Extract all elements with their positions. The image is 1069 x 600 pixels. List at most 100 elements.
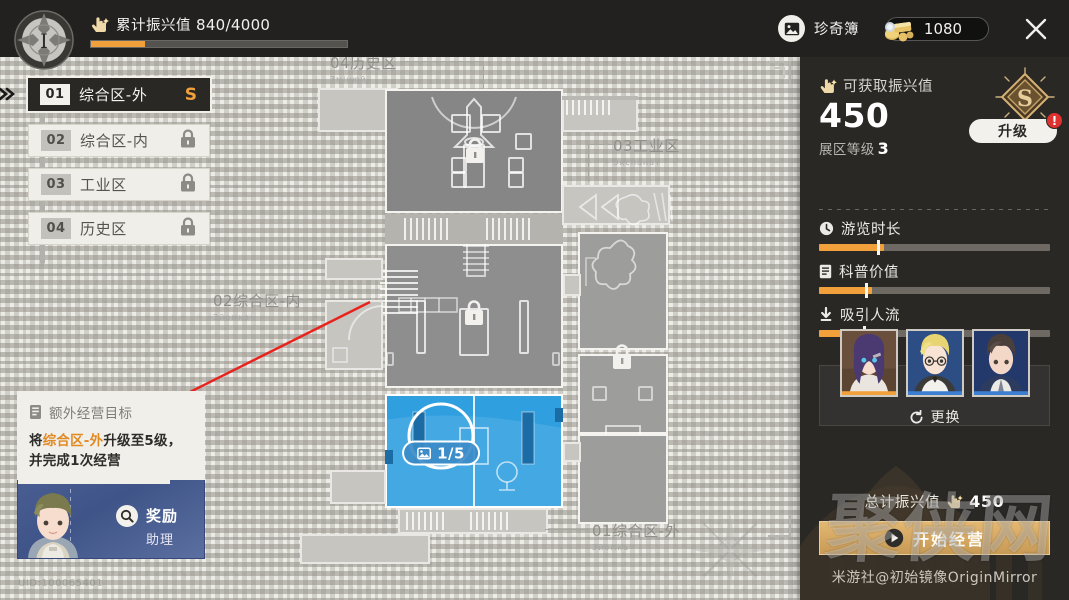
floor-stairs-mid-l2 xyxy=(404,218,448,240)
zone-item-04-number: 04 xyxy=(41,218,71,239)
map-label-01: 01综合区-外 Зйомка xyxy=(592,520,680,552)
stat-visit-duration-tick xyxy=(876,240,880,255)
map-corner-bracket-br xyxy=(768,514,791,537)
stat-education-value-tick xyxy=(865,283,869,298)
map-label-03-sub: Экспанат xyxy=(613,158,661,167)
upgrade-alert-mark: ! xyxy=(1051,113,1058,128)
zone-item-04-lock xyxy=(180,216,196,240)
start-operation-label: 开始经营 xyxy=(912,530,985,549)
stat-education-value: 科普价值 xyxy=(819,262,1050,298)
map-label-04-sub: Змiнюй xyxy=(330,75,367,84)
stat-visit-duration-fill xyxy=(819,244,884,251)
selected-zone-counter[interactable]: 1/5 xyxy=(402,440,480,466)
crew-section: 更换 xyxy=(819,329,1050,426)
lock-icon xyxy=(181,216,195,235)
svg-text:S: S xyxy=(1017,86,1033,112)
hand-point-up-icon xyxy=(947,495,963,509)
close-icon[interactable] xyxy=(1019,12,1053,46)
upgrade-button-label: 升级 xyxy=(998,124,1028,140)
available-revitalization-label: 可获取振兴值 xyxy=(843,79,933,95)
floor-furniture xyxy=(508,172,524,188)
crew-card-3[interactable] xyxy=(971,329,1030,397)
floor-corridor-e xyxy=(563,274,581,296)
zone-item-02[interactable]: 02 综合区-内 xyxy=(28,124,210,157)
crew-card-1[interactable] xyxy=(839,329,898,397)
stat-education-value-label: 科普价值 xyxy=(839,265,899,281)
map-label-01-sub: Зйомка xyxy=(592,543,629,552)
zone-item-02-lock xyxy=(180,128,196,152)
floor-room-east-bot[interactable] xyxy=(578,434,668,524)
book-icon xyxy=(819,264,832,279)
right-panel-content: 可获取振兴值 450 展区等级 3 S 升级 ! 游览时长 科普价值 吸引人流 … xyxy=(800,57,1069,600)
zone-level-value: 3 xyxy=(877,139,890,158)
upgrade-alert-badge: ! xyxy=(1046,112,1063,129)
hand-point-up-icon xyxy=(820,78,837,93)
total-revitalization-label: 总计振兴值 xyxy=(864,495,941,511)
hand-point-up-icon xyxy=(91,17,109,32)
map-leader-02 xyxy=(300,299,370,300)
floor-furniture xyxy=(515,133,532,150)
picture-book-icon xyxy=(778,15,805,42)
author-credit: 米游社@初始镜像OriginMirror xyxy=(831,570,1038,586)
floor-corridor-w1 xyxy=(325,258,383,280)
extra-goal-title: 额外经营目标 xyxy=(49,406,133,422)
selected-zone-counter-label: 1/5 xyxy=(437,444,465,462)
stat-visit-duration: 游览时长 xyxy=(819,219,1050,255)
start-operation-button[interactable]: 开始经营 xyxy=(819,521,1050,555)
upgrade-button[interactable]: 升级 xyxy=(969,119,1057,143)
uid-label: UID:100065401 xyxy=(18,578,104,589)
stat-visit-duration-label: 游览时长 xyxy=(841,222,901,238)
treasure-gold-icon xyxy=(885,21,914,41)
stat-education-value-track xyxy=(819,283,1050,298)
zone-list: 01 综合区-外 S 02 综合区-内 03 工业区 04 历史区 xyxy=(8,76,212,264)
zone-item-03[interactable]: 03 工业区 xyxy=(28,168,210,201)
gallery-label: 珍奇簿 xyxy=(814,22,859,38)
zone-item-01-number: 01 xyxy=(40,84,70,105)
zone-item-01-grade: S xyxy=(184,84,197,105)
map-label-03: 03工业区 Экспанат xyxy=(613,135,680,167)
zone-item-04[interactable]: 04 历史区 xyxy=(28,212,210,245)
swap-crew-button[interactable]: 更换 xyxy=(819,407,1050,427)
map-leader-03 xyxy=(588,144,612,145)
zone-item-03-number: 03 xyxy=(41,174,71,195)
floor-stairs-s1 xyxy=(406,512,446,530)
map-label-02-main: 02综合区-内 xyxy=(213,292,301,310)
floor-furniture xyxy=(481,114,501,133)
clock-icon xyxy=(819,221,834,236)
goal-text-prefix: 将 xyxy=(29,433,43,449)
zone-item-03-name: 工业区 xyxy=(80,176,127,194)
swap-crew-label: 更换 xyxy=(930,410,961,426)
floor-small-block xyxy=(386,352,394,366)
currency-pill[interactable]: 1080 xyxy=(885,16,989,41)
download-icon xyxy=(820,307,832,321)
floor-furniture xyxy=(508,157,524,173)
crew-card-2[interactable] xyxy=(905,329,964,397)
floor-corridor-e2 xyxy=(563,442,581,462)
floor-stairs-ne xyxy=(566,100,612,115)
map-leader-04 xyxy=(400,61,484,62)
map-leader-03-v xyxy=(588,144,589,182)
lock-icon xyxy=(613,344,631,369)
top-bar: I 累计振兴值 840/4000 珍奇簿 1080 xyxy=(0,0,1069,70)
zone-item-04-name: 历史区 xyxy=(80,220,127,238)
assistant-portrait-icon xyxy=(28,493,78,558)
lock-icon xyxy=(181,172,195,191)
zone-item-02-number: 02 xyxy=(41,130,71,151)
svg-text:I: I xyxy=(40,29,48,53)
floor-corridor-sw xyxy=(330,470,386,504)
goal-text-line2: 并完成1次经营 xyxy=(29,453,121,469)
gallery-button[interactable]: 珍奇簿 xyxy=(778,15,859,42)
magnifier-icon xyxy=(116,505,138,527)
reward-subtitle: 助理 xyxy=(146,533,175,548)
total-revitalization-value: 450 xyxy=(969,492,1005,511)
crew-card-list xyxy=(819,329,1050,397)
reward-title: 奖励 xyxy=(146,507,179,525)
extra-goal-header: 额外经营目标 xyxy=(29,402,193,422)
zone-item-02-name: 综合区-内 xyxy=(80,132,149,150)
map-label-02-sub: Зйомка xyxy=(213,313,250,322)
stat-visitor-attraction-label: 吸引人流 xyxy=(840,308,900,324)
extra-goal-text: 将综合区-外升级至5级， 并完成1次经营 xyxy=(29,431,193,471)
top-bar-right: 珍奇簿 1080 xyxy=(778,0,1069,57)
revitalization-progress-track xyxy=(90,40,348,48)
zone-item-01[interactable]: 01 综合区-外 S xyxy=(26,76,212,113)
